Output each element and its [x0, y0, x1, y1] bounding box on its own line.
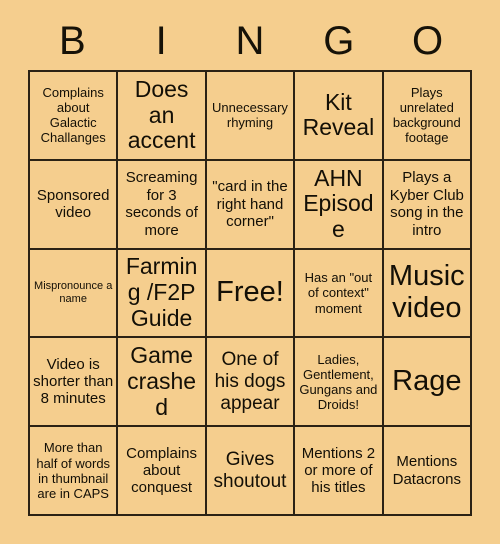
- bingo-cell[interactable]: Screaming for 3 seconds of more: [118, 160, 207, 250]
- bingo-cell-label: Complains about Galactic Challanges: [40, 85, 106, 146]
- bingo-cell[interactable]: Plays a Kyber Club song in the intro: [383, 160, 472, 250]
- bingo-cell-label: Mentions Datacrons: [392, 453, 461, 488]
- header-letter-b: B: [59, 19, 86, 63]
- bingo-cell[interactable]: Has an "out of context" moment: [295, 249, 384, 339]
- header-letter-o: O: [412, 19, 444, 63]
- bingo-cell[interactable]: Mentions Datacrons: [383, 427, 472, 516]
- bingo-cell[interactable]: Music video: [383, 249, 472, 339]
- bingo-cell-label: Free!: [216, 276, 284, 309]
- bingo-cell[interactable]: One of his dogs appear: [206, 338, 296, 428]
- bingo-cell-free[interactable]: Free!: [206, 249, 296, 339]
- bingo-cell[interactable]: Plays unrelated background footage: [383, 72, 472, 161]
- bingo-cell-label: Does an accent: [127, 75, 196, 154]
- bingo-card: B I N G O Complains about Galactic Chall…: [0, 0, 500, 544]
- bingo-cell-label: Kit Reveal: [302, 88, 375, 141]
- bingo-cell[interactable]: Ladies, Gentlement, Gungans and Droids!: [295, 338, 384, 428]
- bingo-cell[interactable]: Complains about Galactic Challanges: [30, 72, 119, 161]
- bingo-cell-label: Rage: [392, 364, 462, 397]
- bingo-cell-label: Music video: [388, 260, 465, 324]
- bingo-cell-label: Unnecessary rhyming: [212, 100, 288, 131]
- bingo-cell-label: Gives shoutout: [213, 448, 287, 492]
- bingo-cell-label: "card in the right hand corner": [212, 178, 288, 230]
- bingo-cell-label: Plays unrelated background footage: [392, 85, 461, 146]
- bingo-cell-label: Mispronounce a name: [34, 280, 113, 305]
- bingo-grid: Complains about Galactic Challanges Does …: [28, 70, 472, 516]
- bingo-cell-label: Sponsored video: [36, 186, 110, 222]
- bingo-cell[interactable]: Mispronounce a name: [30, 249, 119, 339]
- bingo-cell-label: Complains about conquest: [126, 444, 198, 497]
- bingo-cell-label: Ladies, Gentlement, Gungans and Droids!: [299, 351, 378, 412]
- bingo-cell[interactable]: "card in the right hand corner": [206, 160, 296, 250]
- bingo-header: B I N G O: [28, 12, 472, 70]
- header-letter-n: N: [235, 19, 265, 63]
- header-letter-g: G: [323, 19, 355, 63]
- bingo-cell[interactable]: Farming /F2P Guide: [118, 249, 207, 339]
- bingo-cell[interactable]: Complains about conquest: [118, 427, 207, 516]
- bingo-cell-label: Has an "out of context" moment: [304, 270, 373, 316]
- bingo-cell[interactable]: Video is shorter than 8 minutes: [30, 338, 119, 428]
- bingo-cell-label: One of his dogs appear: [214, 349, 286, 414]
- bingo-cell-label: More than half of words in thumbnail are…: [36, 440, 111, 501]
- bingo-cell[interactable]: Unnecessary rhyming: [206, 72, 296, 161]
- bingo-cell[interactable]: Game crashed: [118, 338, 207, 428]
- bingo-cell-label: Screaming for 3 seconds of more: [125, 169, 198, 239]
- bingo-cell[interactable]: Rage: [383, 338, 472, 428]
- bingo-cell[interactable]: AHN Episode: [295, 160, 384, 250]
- bingo-cell-label: Mentions 2 or more of his titles: [301, 444, 376, 497]
- bingo-cell[interactable]: Gives shoutout: [206, 427, 296, 516]
- bingo-cell-label: AHN Episode: [303, 164, 374, 243]
- bingo-cell-label: Game crashed: [127, 342, 197, 420]
- header-letter-i: I: [155, 19, 167, 63]
- bingo-cell[interactable]: Does an accent: [118, 72, 207, 161]
- bingo-cell-label: Video is shorter than 8 minutes: [33, 355, 114, 408]
- bingo-cell[interactable]: Sponsored video: [30, 160, 119, 250]
- bingo-cell-label: Plays a Kyber Club song in the intro: [389, 169, 464, 239]
- bingo-cell[interactable]: Mentions 2 or more of his titles: [295, 427, 384, 516]
- bingo-cell[interactable]: Kit Reveal: [295, 72, 384, 161]
- bingo-cell-label: Farming /F2P Guide: [125, 253, 198, 331]
- bingo-cell[interactable]: More than half of words in thumbnail are…: [30, 427, 119, 516]
